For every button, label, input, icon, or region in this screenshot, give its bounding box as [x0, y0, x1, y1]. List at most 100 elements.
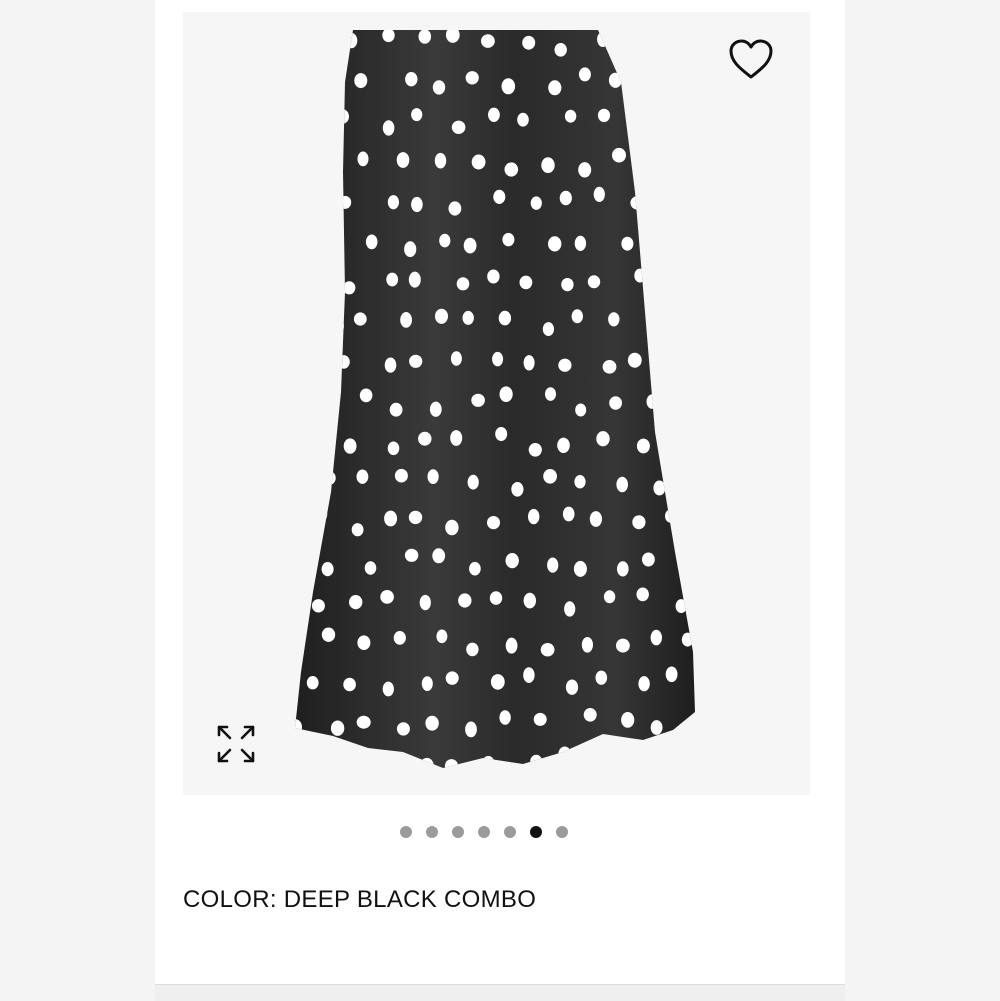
- polka-dot: [295, 72, 305, 88]
- polka-dot: [681, 632, 694, 647]
- polka-dot: [278, 431, 292, 446]
- polka-dot: [561, 278, 574, 292]
- polka-dot: [632, 515, 646, 530]
- polka-dot: [608, 72, 622, 88]
- polka-dot: [274, 273, 285, 286]
- polka-dot: [365, 234, 378, 250]
- polka-dot: [675, 599, 687, 614]
- polka-dot: [320, 71, 333, 85]
- polka-dot: [305, 280, 319, 297]
- polka-dot: [471, 393, 485, 407]
- polka-dot: [685, 153, 695, 169]
- polka-dot: [677, 395, 692, 411]
- polka-dot: [650, 629, 662, 646]
- polka-dot: [445, 519, 459, 536]
- pagination-dot[interactable]: [530, 826, 542, 838]
- polka-dot: [450, 351, 462, 366]
- polka-dot: [523, 592, 536, 609]
- polka-dot: [382, 30, 395, 43]
- polka-dot: [632, 113, 644, 129]
- polka-dot: [345, 32, 358, 49]
- polka-dot: [418, 30, 432, 44]
- polka-dot: [343, 281, 356, 295]
- polka-dot: [295, 474, 302, 488]
- polka-dot: [642, 552, 655, 567]
- polka-dot: [323, 471, 336, 485]
- polka-dot: [663, 41, 676, 55]
- pagination-dot[interactable]: [400, 826, 412, 838]
- product-image[interactable]: [183, 12, 810, 795]
- polka-dot: [686, 478, 695, 494]
- polka-dot: [573, 560, 587, 577]
- polka-dot: [465, 71, 479, 85]
- polka-dot: [665, 666, 678, 683]
- polka-dot: [295, 399, 298, 415]
- polka-dot: [421, 676, 433, 691]
- polka-dot: [487, 269, 500, 284]
- polka-dot: [465, 721, 477, 738]
- polka-dot: [596, 431, 610, 447]
- polka-dot: [487, 516, 500, 530]
- favorite-button[interactable]: [722, 30, 780, 88]
- polka-dot: [394, 468, 408, 483]
- polka-dot: [493, 189, 506, 204]
- polka-dot: [323, 396, 336, 412]
- polka-dot: [471, 154, 486, 170]
- polka-dot: [621, 236, 634, 251]
- polka-dot: [356, 469, 369, 484]
- polka-dot: [405, 72, 418, 87]
- polka-dot: [646, 82, 658, 97]
- polka-dot: [638, 676, 650, 692]
- polka-dot: [630, 31, 642, 48]
- polka-dot: [462, 310, 474, 325]
- polka-dot: [548, 236, 562, 252]
- polka-dot: [542, 322, 554, 337]
- polka-dot: [335, 109, 349, 124]
- polka-dot: [319, 161, 331, 175]
- polka-dot: [351, 523, 364, 537]
- polka-dot: [687, 73, 695, 90]
- skirt-body: [295, 30, 695, 768]
- polka-dot: [295, 157, 306, 172]
- polka-dot: [357, 635, 371, 650]
- polka-dot: [488, 107, 500, 123]
- polka-dot: [295, 239, 297, 253]
- pagination-dot[interactable]: [452, 826, 464, 838]
- polka-dot: [265, 192, 277, 208]
- polka-dot: [382, 681, 394, 697]
- polka-dot: [574, 475, 586, 489]
- polka-dot: [562, 506, 575, 522]
- pagination-dot[interactable]: [556, 826, 568, 838]
- polka-dot: [651, 152, 665, 168]
- polka-dot: [589, 511, 602, 527]
- polka-dot: [387, 195, 399, 210]
- pagination-dot[interactable]: [426, 826, 438, 838]
- expand-image-button[interactable]: [210, 718, 262, 770]
- gallery-pagination: [400, 824, 568, 840]
- polka-dot: [469, 561, 481, 576]
- polka-dot: [307, 34, 319, 50]
- polka-dot: [574, 235, 587, 251]
- polka-dot: [597, 108, 611, 123]
- polka-dot: [418, 431, 432, 446]
- polka-dot: [295, 636, 299, 652]
- polka-dot: [396, 722, 410, 736]
- polka-dot: [693, 713, 695, 729]
- polka-dot: [627, 352, 642, 368]
- polka-dot: [400, 312, 412, 328]
- polka-dot: [646, 394, 658, 409]
- polka-dot: [492, 351, 504, 367]
- polka-dot: [559, 190, 572, 206]
- pagination-dot[interactable]: [478, 826, 490, 838]
- pagination-dot[interactable]: [504, 826, 516, 838]
- polka-dot: [343, 677, 356, 692]
- polka-dot: [571, 309, 583, 324]
- polka-dot: [467, 474, 479, 490]
- polka-dot: [597, 31, 609, 47]
- polka-dot: [310, 189, 323, 204]
- polka-dot: [445, 30, 460, 43]
- polka-dot: [672, 751, 686, 765]
- polka-dot: [523, 355, 535, 371]
- polka-dot: [501, 78, 516, 95]
- polka-dot: [650, 720, 663, 735]
